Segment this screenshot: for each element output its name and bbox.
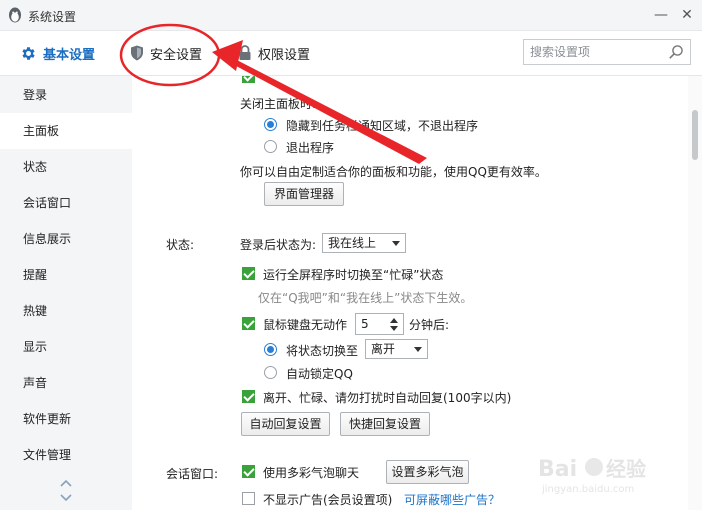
svg-text:Bai: Bai bbox=[538, 457, 577, 482]
svg-text:经验: 经验 bbox=[606, 457, 646, 481]
tab-basic-label: 基本设置 bbox=[43, 47, 96, 63]
auto-lock-label: 自动锁定QQ bbox=[286, 367, 353, 381]
tab-permission-label: 权限设置 bbox=[258, 47, 311, 63]
after-login-status-value: 我在线上 bbox=[328, 236, 377, 250]
sidebar-item-status[interactable]: 状态 bbox=[0, 149, 132, 185]
idle-suffix-label: 分钟后: bbox=[409, 318, 450, 332]
radio-hide-to-tray[interactable] bbox=[264, 118, 277, 131]
idle-minutes-value: 5 bbox=[361, 317, 369, 331]
tab-basic-settings[interactable]: 基本设置 bbox=[20, 31, 95, 75]
sidebar-item-display[interactable]: 显示 bbox=[0, 329, 132, 365]
chevron-down-icon bbox=[414, 347, 422, 352]
colorful-bubble-checkbox[interactable] bbox=[242, 465, 255, 478]
close-button[interactable]: ✕ bbox=[676, 5, 698, 25]
no-ads-label: 不显示广告(会员设置项) bbox=[263, 493, 393, 507]
radio-exit-label: 退出程序 bbox=[286, 141, 335, 155]
shield-icon bbox=[131, 45, 143, 61]
scroll-up-icon[interactable] bbox=[60, 479, 72, 487]
sidebar-item-software-update[interactable]: 软件更新 bbox=[0, 401, 132, 437]
tab-security-label: 安全设置 bbox=[150, 47, 203, 63]
sidebar-item-hotkey[interactable]: 热键 bbox=[0, 293, 132, 329]
auto-reply-settings-button[interactable]: 自动回复设置 bbox=[241, 412, 330, 436]
switch-status-label: 将状态切换至 bbox=[286, 344, 359, 358]
qq-penguin-icon bbox=[9, 7, 21, 23]
after-login-status-select[interactable]: 我在线上 bbox=[322, 233, 406, 253]
radio-hide-label: 隐藏到任务栏通知区域，不退出程序 bbox=[286, 119, 479, 133]
sidebar-item-main-panel[interactable]: 主面板 bbox=[0, 113, 132, 149]
close-panel-label: 关闭主面板时: bbox=[240, 97, 317, 111]
settings-tabs: 基本设置 安全设置 权限设置 bbox=[0, 31, 702, 76]
idle-prefix-label: 鼠标键盘无动作 bbox=[263, 318, 348, 332]
auto-reply-label: 离开、忙碌、请勿打扰时自动回复(100字以内) bbox=[263, 391, 512, 405]
quick-reply-settings-button[interactable]: 快捷回复设置 bbox=[340, 412, 430, 436]
search-icon[interactable] bbox=[668, 44, 684, 60]
tab-security-settings[interactable]: 安全设置 bbox=[130, 31, 202, 75]
colorful-bubble-label: 使用多彩气泡聊天 bbox=[263, 466, 360, 480]
radio-switch-status[interactable] bbox=[264, 343, 277, 356]
customize-description: 你可以自由定制适合你的面板和功能，使用QQ更有效率。 bbox=[240, 165, 547, 179]
minimize-button[interactable]: — bbox=[650, 5, 672, 25]
sidebar-item-reminder[interactable]: 提醒 bbox=[0, 257, 132, 293]
search-input[interactable] bbox=[530, 43, 662, 61]
fullscreen-busy-checkbox[interactable] bbox=[242, 267, 255, 280]
sidebar-item-file-management[interactable]: 文件管理 bbox=[0, 437, 132, 473]
svg-text:jingyan.baidu.com: jingyan.baidu.com bbox=[541, 484, 634, 495]
radio-auto-lock[interactable] bbox=[264, 366, 277, 379]
stepper-down-icon[interactable] bbox=[390, 326, 398, 331]
fullscreen-busy-label: 运行全屏程序时切换至“忙碌”状态 bbox=[263, 268, 444, 282]
sidebar-item-info-display[interactable]: 信息展示 bbox=[0, 221, 132, 257]
after-login-status-label: 登录后状态为: bbox=[240, 238, 317, 252]
title-bar: 系统设置 — ✕ bbox=[0, 0, 702, 31]
switch-status-value: 离开 bbox=[371, 342, 396, 356]
top-cut-checkbox[interactable] bbox=[242, 76, 255, 83]
scroll-down-icon[interactable] bbox=[60, 494, 72, 502]
no-ads-checkbox[interactable] bbox=[242, 492, 255, 505]
chevron-down-icon bbox=[392, 241, 400, 246]
idle-checkbox[interactable] bbox=[242, 317, 255, 330]
baidu-watermark-logo: Bai 经验 jingyan.baidu.com bbox=[538, 457, 646, 495]
sidebar-item-sound[interactable]: 声音 bbox=[0, 365, 132, 401]
idle-minutes-stepper[interactable]: 5 bbox=[355, 313, 404, 335]
interface-manager-button[interactable]: 界面管理器 bbox=[264, 182, 344, 206]
auto-reply-checkbox[interactable] bbox=[242, 390, 255, 403]
search-box[interactable] bbox=[523, 39, 691, 65]
window-title: 系统设置 bbox=[28, 10, 77, 24]
settings-content: 关闭主面板时: 隐藏到任务栏通知区域，不退出程序 退出程序 你可以自由定制适合你… bbox=[132, 76, 688, 510]
scrollbar-thumb[interactable] bbox=[692, 110, 698, 160]
set-colorful-bubble-button[interactable]: 设置多彩气泡 bbox=[386, 460, 469, 484]
lock-icon bbox=[239, 45, 251, 60]
fullscreen-busy-hint: 仅在“Q我吧”和“我在线上”状态下生效。 bbox=[258, 291, 473, 305]
switch-status-select[interactable]: 离开 bbox=[365, 339, 428, 359]
sidebar: 登录 主面板 状态 会话窗口 信息展示 提醒 热键 显示 声音 软件更新 文件管… bbox=[0, 76, 132, 510]
sidebar-item-login[interactable]: 登录 bbox=[0, 77, 132, 113]
tab-permission-settings[interactable]: 权限设置 bbox=[238, 31, 310, 75]
gear-icon bbox=[22, 46, 35, 60]
radio-exit-program[interactable] bbox=[264, 140, 277, 153]
sidebar-item-chat-window[interactable]: 会话窗口 bbox=[0, 185, 132, 221]
content-scrollbar[interactable] bbox=[688, 76, 702, 510]
stepper-up-icon[interactable] bbox=[390, 318, 398, 323]
chat-section-label: 会话窗口: bbox=[166, 467, 219, 481]
status-section-label: 状态: bbox=[166, 238, 195, 252]
ads-link[interactable]: 可屏蔽哪些广告？ bbox=[404, 491, 500, 508]
